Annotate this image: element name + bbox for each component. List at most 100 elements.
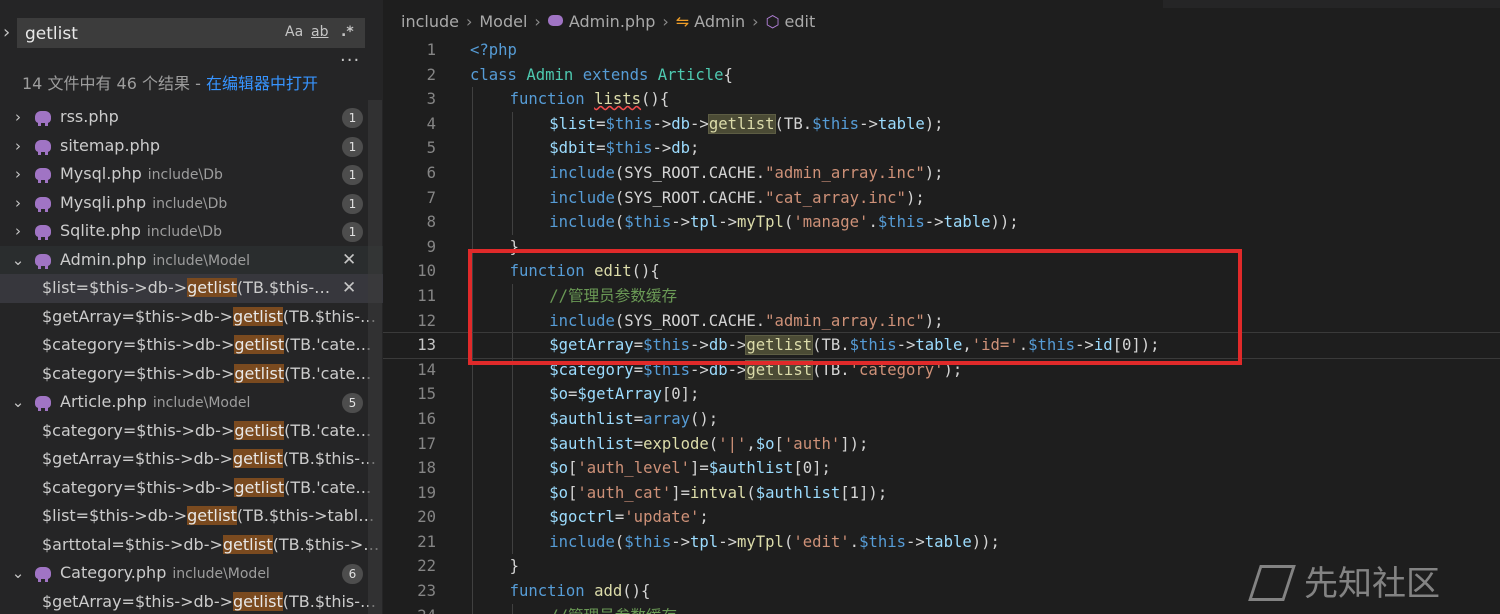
result-count-badge: 1: [342, 193, 363, 214]
dismiss-icon[interactable]: ✕: [342, 246, 356, 275]
chevron-right-icon[interactable]: ›: [3, 22, 10, 43]
code-token: //管理员参数缓存: [549, 607, 677, 614]
chevron-right-icon[interactable]: ›: [10, 217, 26, 246]
code-line[interactable]: 19 $o['auth_cat']=intval($authlist[1]);: [383, 480, 1500, 506]
file-name: Mysqli.php include\Db: [60, 189, 227, 219]
match-row[interactable]: $category=$this->db->getlist(TB.'categor…: [0, 474, 383, 503]
code-line[interactable]: 24 //管理员参数缓存: [383, 603, 1500, 614]
match-row[interactable]: $category=$this->db->getlist(TB.'categor…: [0, 360, 383, 389]
match-row[interactable]: $category=$this->db->getlist(TB.'categor…: [0, 417, 383, 446]
code-token: $dbit: [549, 139, 597, 158]
breadcrumb-class[interactable]: Admin: [694, 12, 745, 31]
result-count-badge: 1: [342, 165, 363, 185]
code-line[interactable]: 5 $dbit=$this->db;: [383, 136, 1500, 161]
breadcrumb-file[interactable]: Admin.php: [569, 12, 656, 31]
chevron-down-icon[interactable]: ⌄: [10, 388, 26, 417]
code-token: $this: [624, 213, 672, 232]
more-icon[interactable]: ···: [340, 50, 360, 71]
search-query[interactable]: getlist: [25, 24, 78, 44]
code-line[interactable]: 8 include($this->tpl->myTpl('manage'.$thi…: [383, 210, 1500, 235]
code-token: lists: [594, 90, 642, 109]
line-number: 12: [417, 311, 436, 330]
file-row[interactable]: › Mysql.php include\Db 1: [0, 160, 383, 189]
breadcrumb-method[interactable]: edit: [785, 12, 816, 31]
chevron-down-icon[interactable]: ⌄: [10, 559, 26, 588]
file-row[interactable]: › Sqlite.php include\Db 1: [0, 217, 383, 246]
code-line[interactable]: 15 $o=$getArray[0];: [383, 382, 1500, 407]
file-row[interactable]: › sitemap.php 1: [0, 132, 383, 161]
code-token: $this: [812, 114, 860, 133]
search-input[interactable]: getlist Aa ab .*: [17, 18, 365, 48]
open-in-editor-link[interactable]: 在编辑器中打开: [206, 74, 318, 93]
match-case-toggle[interactable]: Aa: [285, 24, 303, 40]
breadcrumb-model[interactable]: Model: [479, 12, 527, 31]
code-line[interactable]: 20 $goctrl='update';: [383, 505, 1500, 530]
code-line[interactable]: 17 $authlist=explode('|',$o['auth']);: [383, 431, 1500, 457]
line-number: 19: [417, 483, 436, 502]
file-row[interactable]: ⌄ Admin.php include\Model ✕: [0, 245, 383, 275]
code-line[interactable]: 21 include($this->tpl->myTpl('edit'.$this…: [383, 529, 1500, 555]
code-token: table: [924, 532, 972, 551]
breadcrumb-include[interactable]: include: [401, 12, 459, 31]
code-token: table: [877, 114, 925, 133]
code-token: ->: [924, 213, 944, 232]
match-row[interactable]: $list=$this->db->getlist(TB.$this->table…: [0, 502, 383, 531]
file-row[interactable]: › Mysqli.php include\Db 1: [0, 189, 383, 218]
file-row[interactable]: › rss.php 1: [0, 103, 383, 132]
code-line[interactable]: 6 include(SYS_ROOT.CACHE."admin_array.inc…: [383, 160, 1500, 186]
match-row[interactable]: $getArray=$this->db->getlist(TB.$this->t…: [0, 588, 383, 614]
code-token: include: [549, 188, 615, 207]
whole-word-toggle[interactable]: ab: [311, 24, 328, 40]
line-number: 9: [426, 237, 436, 256]
regex-toggle[interactable]: .*: [341, 24, 354, 40]
match-row[interactable]: $list=$this->db->getlist(TB.$this->ta...…: [0, 274, 383, 303]
match-suffix: (TB.'category');: [284, 335, 380, 354]
php-file-icon: [547, 15, 563, 26]
dismiss-icon[interactable]: ✕: [342, 274, 356, 303]
code-line[interactable]: 3 function lists(){: [383, 87, 1500, 112]
match-row[interactable]: $category=$this->db->getlist(TB.'categor…: [0, 331, 383, 360]
code-token: (SYS_ROOT.CACHE.: [614, 188, 766, 207]
code-token: (TB.: [774, 114, 813, 133]
file-row[interactable]: ⌄ Article.php include\Model 5: [0, 388, 383, 417]
code-token: $authlist: [549, 434, 634, 453]
code-line[interactable]: 2 class Admin extends Article{: [383, 63, 1500, 88]
match-text: $arttotal=$this->db->getlist(TB.$this->t…: [42, 531, 380, 560]
chevron-down-icon[interactable]: ⌄: [10, 246, 26, 275]
code-token: $this: [624, 532, 672, 551]
line-number: 15: [417, 385, 436, 404]
chevron-right-icon[interactable]: ›: [10, 160, 26, 189]
code-text: <?php: [470, 38, 517, 63]
code-token: (: [614, 532, 625, 551]
match-text: $list=$this->db->getlist(TB.$this->table…: [42, 502, 380, 531]
chevron-right-icon[interactable]: ›: [10, 132, 26, 161]
code-token: ->: [718, 213, 737, 232]
match-row[interactable]: $arttotal=$this->db->getlist(TB.$this->t…: [0, 531, 383, 560]
match-row[interactable]: $getArray=$this->db->getlist(TB.$this->t…: [0, 445, 383, 474]
file-name: Article.php include\Model: [60, 388, 250, 418]
code-token: myTpl: [736, 213, 784, 232]
code-line[interactable]: 16 $authlist=array();: [383, 406, 1500, 432]
tab-bar-area: [1163, 0, 1500, 8]
code-token: function: [509, 582, 595, 601]
file-row[interactable]: ⌄ Category.php include\Model 6: [0, 559, 383, 588]
code-text: $list=$this->db->getlist(TB.$this->table…: [470, 112, 944, 137]
code-text: $authlist=array();: [470, 407, 718, 432]
summary-text: 14 文件中有 46 个结果 -: [22, 74, 206, 93]
code-text: $goctrl='update';: [470, 505, 709, 530]
code-token: $list: [549, 114, 597, 133]
code-line[interactable]: 4 $list=$this->db->getlist(TB.$this->tabl…: [383, 111, 1500, 137]
code-text: //管理员参数缓存: [470, 604, 677, 614]
line-number: 20: [417, 508, 436, 527]
sidebar-scrollbar[interactable]: [368, 100, 382, 614]
chevron-right-icon[interactable]: ›: [10, 103, 26, 132]
code-token: =: [614, 508, 625, 527]
code-line[interactable]: 18 $o['auth_level']=$authlist[0];: [383, 456, 1500, 481]
code-line[interactable]: 1 <?php: [383, 38, 1500, 63]
match-text: $category=$this->db->getlist(TB.'categor…: [42, 417, 380, 446]
file-name-text: Sqlite.php: [60, 221, 141, 240]
match-row[interactable]: $getArray=$this->db->getlist(TB.$this->t…: [0, 303, 383, 332]
php-file-icon: [35, 567, 51, 582]
code-line[interactable]: 7 include(SYS_ROOT.CACHE."cat_array.inc")…: [383, 185, 1500, 211]
chevron-right-icon[interactable]: ›: [10, 189, 26, 218]
